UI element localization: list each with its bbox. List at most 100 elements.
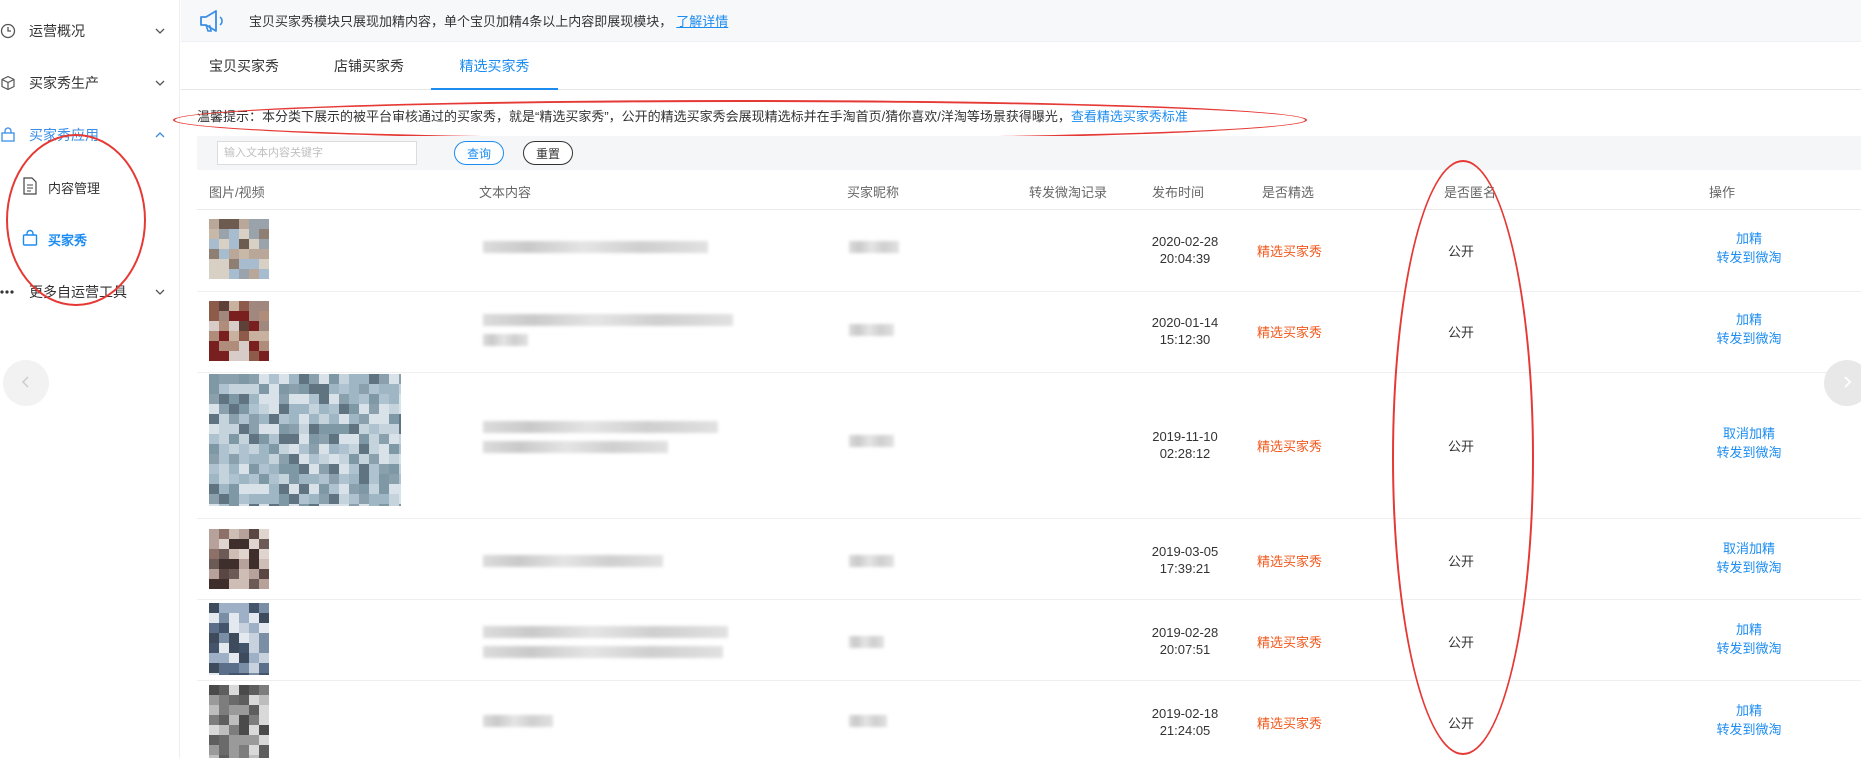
featured-status: 精选买家秀 xyxy=(1257,635,1323,650)
blurred-nickname xyxy=(849,241,899,253)
anonymous-status: 公开 xyxy=(1448,554,1475,569)
sidebar-item-label: 内容管理 xyxy=(48,180,101,196)
featured-status: 精选买家秀 xyxy=(1257,244,1323,259)
column-header-nickname: 买家昵称 xyxy=(847,185,900,200)
media-thumbnail[interactable] xyxy=(209,374,401,506)
notice-bar: 宝贝买家秀模块只展现加精内容，单个宝贝加精4条以上内容即展现模块， 了解详情 xyxy=(181,0,1861,42)
anonymous-status: 公开 xyxy=(1448,635,1475,650)
anonymous-status: 公开 xyxy=(1448,439,1475,454)
reset-button[interactable]: 重置 xyxy=(523,141,573,165)
publish-time: 2019-03-05 17:39:21 xyxy=(1151,544,1219,576)
column-header-text: 文本内容 xyxy=(479,185,532,200)
row-actions: 加精 转发到微淘 xyxy=(1704,229,1794,267)
sidebar-item-label: 买家秀 xyxy=(48,232,88,248)
anonymous-status: 公开 xyxy=(1448,716,1475,731)
chevron-right-icon xyxy=(1840,375,1854,392)
blurred-text-content xyxy=(483,555,663,567)
publish-time: 2020-02-28 20:04:39 xyxy=(1151,234,1219,266)
notice-text: 宝贝买家秀模块只展现加精内容，单个宝贝加精4条以上内容即展现模块， 了解详情 xyxy=(249,11,728,30)
chevron-up-icon xyxy=(154,129,166,144)
toggle-featured-link[interactable]: 取消加精 xyxy=(1704,539,1794,558)
row-actions: 加精 转发到微淘 xyxy=(1704,701,1794,739)
repost-weitao-link[interactable]: 转发到微淘 xyxy=(1704,248,1794,267)
menu-group-application[interactable]: 买家秀应用 xyxy=(0,120,180,150)
table-row: 2019-02-28 20:07:51 精选买家秀 公开 加精 转发到微淘 xyxy=(197,600,1861,681)
carousel-prev-button[interactable] xyxy=(3,360,49,406)
notice-message: 宝贝买家秀模块只展现加精内容，单个宝贝加精4条以上内容即展现模块， xyxy=(249,14,673,29)
media-thumbnail[interactable] xyxy=(209,219,269,279)
menu-group-label: 买家秀应用 xyxy=(29,127,99,143)
row-actions: 取消加精 转发到微淘 xyxy=(1704,424,1794,462)
blurred-nickname xyxy=(849,636,884,648)
chevron-down-icon xyxy=(154,286,166,301)
menu-group-overview[interactable]: 运营概况 xyxy=(0,16,180,46)
featured-status: 精选买家秀 xyxy=(1257,325,1323,340)
bag-icon xyxy=(22,229,38,250)
publish-time: 2019-11-10 02:28:12 xyxy=(1152,429,1218,461)
media-thumbnail[interactable] xyxy=(209,603,269,675)
menu-group-more-tools[interactable]: 更多自运营工具 xyxy=(0,277,180,307)
blurred-nickname xyxy=(849,555,894,567)
blurred-text-content xyxy=(483,626,728,638)
table-header: 图片/视频 文本内容 买家昵称 转发微淘记录 发布时间 是否精选 是否匿名 操作 xyxy=(197,170,1861,210)
tab-featured-buyer-show[interactable]: 精选买家秀 xyxy=(431,43,558,90)
main-panel: 宝贝买家秀模块只展现加精内容，单个宝贝加精4条以上内容即展现模块， 了解详情 宝贝… xyxy=(173,0,1861,758)
media-thumbnail[interactable] xyxy=(209,685,269,758)
toggle-featured-link[interactable]: 加精 xyxy=(1704,701,1794,720)
repost-weitao-link[interactable]: 转发到微淘 xyxy=(1704,443,1794,462)
column-header-media: 图片/视频 xyxy=(209,185,265,200)
toggle-featured-link[interactable]: 加精 xyxy=(1704,229,1794,248)
warm-tip: 温馨提示：本分类下展示的被平台审核通过的买家秀，就是“精选买家秀”，公开的精选买… xyxy=(197,106,1188,125)
filter-bar: 查询 重置 xyxy=(197,136,1861,170)
query-button[interactable]: 查询 xyxy=(454,141,504,165)
repost-weitao-link[interactable]: 转发到微淘 xyxy=(1704,558,1794,577)
row-actions: 加精 转发到微淘 xyxy=(1704,620,1794,658)
menu-group-label: 更多自运营工具 xyxy=(29,284,127,300)
featured-status: 精选买家秀 xyxy=(1257,439,1323,454)
search-input[interactable] xyxy=(217,141,417,165)
blurred-text-content xyxy=(483,241,708,253)
blurred-text-content xyxy=(483,334,528,346)
more-dots-icon xyxy=(0,284,16,300)
featured-status: 精选买家秀 xyxy=(1257,554,1323,569)
repost-weitao-link[interactable]: 转发到微淘 xyxy=(1704,720,1794,739)
anonymous-status: 公开 xyxy=(1448,244,1475,259)
featured-status: 精选买家秀 xyxy=(1257,716,1323,731)
publish-time: 2019-02-28 20:07:51 xyxy=(1151,625,1219,657)
repost-weitao-link[interactable]: 转发到微淘 xyxy=(1704,329,1794,348)
tab-bar: 宝贝买家秀 店铺买家秀 精选买家秀 xyxy=(181,43,1861,90)
featured-standard-link[interactable]: 查看精选买家秀标准 xyxy=(1071,109,1188,124)
notice-details-link[interactable]: 了解详情 xyxy=(676,14,728,29)
blurred-text-content xyxy=(483,646,723,658)
table-row: 2019-11-10 02:28:12 精选买家秀 公开 取消加精 转发到微淘 xyxy=(197,373,1861,519)
media-thumbnail[interactable] xyxy=(209,301,269,361)
column-header-actions: 操作 xyxy=(1709,185,1736,200)
table-row: 2019-03-05 17:39:21 精选买家秀 公开 取消加精 转发到微淘 xyxy=(197,519,1861,600)
tab-shop-buyer-show[interactable]: 店铺买家秀 xyxy=(334,43,404,90)
menu-group-label: 运营概况 xyxy=(29,23,85,39)
box-icon xyxy=(0,75,16,91)
toggle-featured-link[interactable]: 加精 xyxy=(1704,310,1794,329)
publish-time: 2019-02-18 21:24:05 xyxy=(1151,706,1219,738)
blurred-nickname xyxy=(849,435,894,447)
toggle-featured-link[interactable]: 取消加精 xyxy=(1704,424,1794,443)
toggle-featured-link[interactable]: 加精 xyxy=(1704,620,1794,639)
row-actions: 取消加精 转发到微淘 xyxy=(1704,539,1794,577)
table-row: 2019-02-18 21:24:05 精选买家秀 公开 加精 转发到微淘 xyxy=(197,681,1861,758)
tab-item-buyer-show[interactable]: 宝贝买家秀 xyxy=(209,43,279,90)
megaphone-icon xyxy=(197,8,227,34)
menu-group-production[interactable]: 买家秀生产 xyxy=(0,68,180,98)
repost-weitao-link[interactable]: 转发到微淘 xyxy=(1704,639,1794,658)
row-actions: 加精 转发到微淘 xyxy=(1704,310,1794,348)
blurred-nickname xyxy=(849,324,894,336)
column-header-repost-record: 转发微淘记录 xyxy=(1029,185,1108,200)
media-thumbnail[interactable] xyxy=(209,529,269,589)
blurred-nickname xyxy=(849,715,887,727)
sidebar-item-buyer-show[interactable]: 买家秀 xyxy=(22,224,172,254)
chevron-left-icon xyxy=(19,375,33,392)
blurred-text-content xyxy=(483,441,668,453)
table-row: 2020-02-28 20:04:39 精选买家秀 公开 加精 转发到微淘 xyxy=(197,211,1861,292)
publish-time: 2020-01-14 15:12:30 xyxy=(1151,315,1219,347)
sidebar-item-content-management[interactable]: 内容管理 xyxy=(22,172,172,202)
blurred-text-content xyxy=(483,715,553,727)
